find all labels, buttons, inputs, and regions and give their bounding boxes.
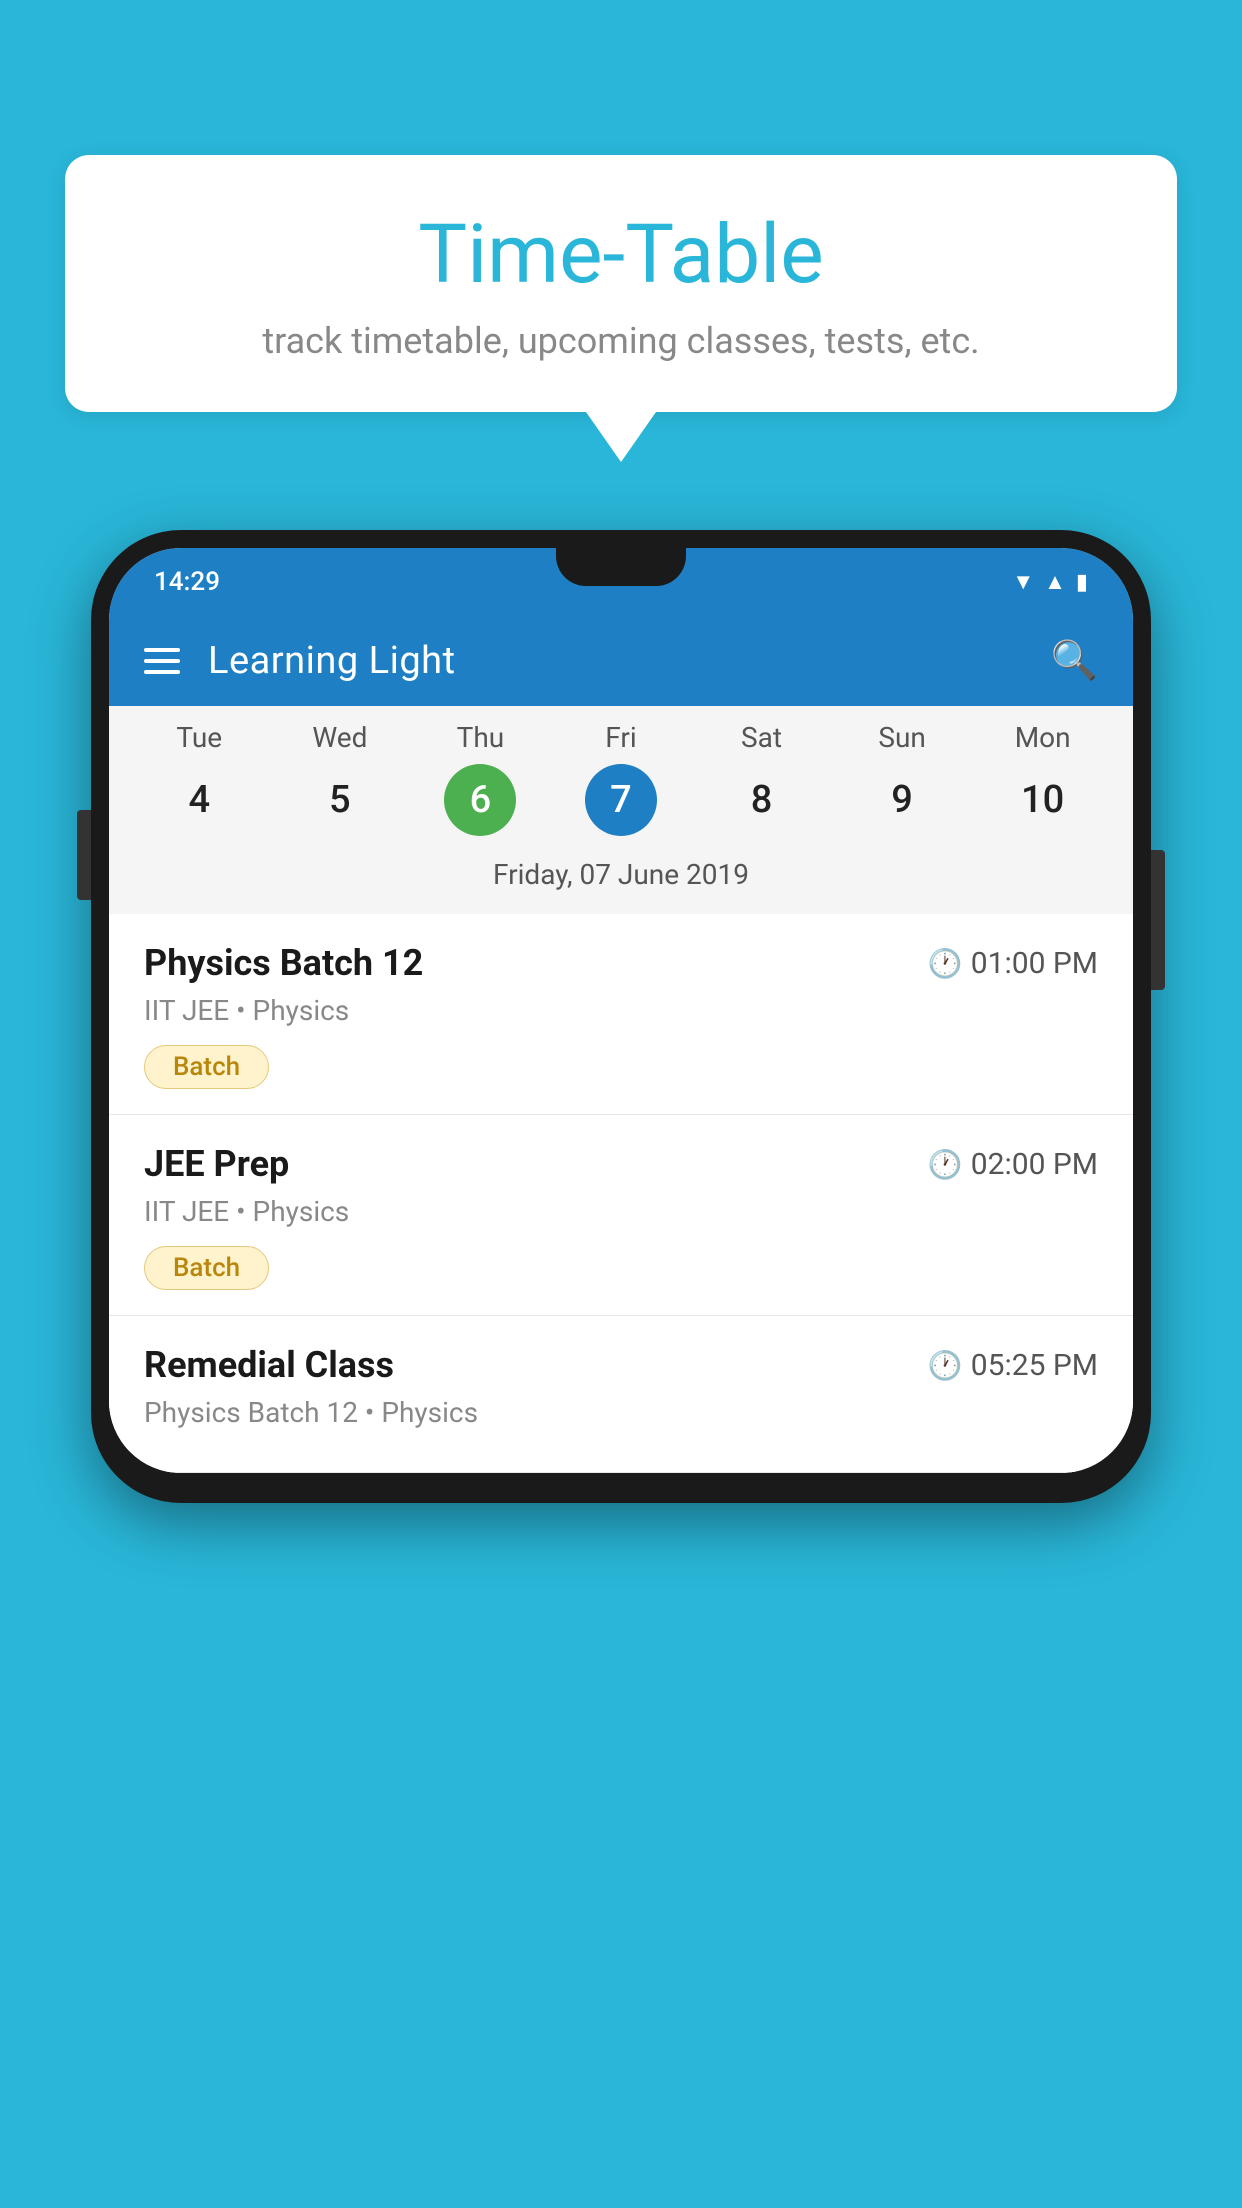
schedule-item-name: JEE Prep [144, 1143, 289, 1185]
day-col[interactable]: Thu 6 [430, 721, 530, 836]
speech-bubble-section: Time-Table track timetable, upcoming cla… [65, 155, 1177, 462]
day-name: Thu [457, 721, 505, 754]
speech-bubble-subtitle: track timetable, upcoming classes, tests… [125, 320, 1117, 362]
phone-container: 14:29 ▼ ▲ ▮ Learning Light 🔍 [80, 530, 1162, 1503]
day-col[interactable]: Sat 8 [712, 721, 812, 836]
phone-screen: 14:29 ▼ ▲ ▮ Learning Light 🔍 [109, 548, 1133, 1473]
app-toolbar: Learning Light 🔍 [109, 616, 1133, 706]
day-col[interactable]: Mon 10 [993, 721, 1093, 836]
day-number[interactable]: 8 [726, 764, 798, 836]
day-col[interactable]: Tue 4 [149, 721, 249, 836]
schedule-item-header: JEE Prep 🕐 02:00 PM [144, 1143, 1098, 1185]
speech-bubble-card: Time-Table track timetable, upcoming cla… [65, 155, 1177, 412]
schedule-item[interactable]: JEE Prep 🕐 02:00 PM IIT JEE • Physics Ba… [109, 1115, 1133, 1316]
clock-icon: 🕐 [928, 1349, 963, 1382]
day-col[interactable]: Fri 7 [571, 721, 671, 836]
calendar-date-label: Friday, 07 June 2019 [109, 846, 1133, 906]
schedule-item-name: Physics Batch 12 [144, 942, 423, 984]
batch-tag: Batch [144, 1246, 269, 1290]
day-name: Sun [878, 721, 926, 754]
day-number[interactable]: 7 [585, 764, 657, 836]
signal-icon: ▲ [1044, 569, 1066, 595]
day-number[interactable]: 10 [1007, 764, 1079, 836]
clock-icon: 🕐 [928, 1148, 963, 1181]
schedule-item-time: 🕐 02:00 PM [928, 1147, 1098, 1182]
calendar-strip: Tue 4 Wed 5 Thu 6 Fri 7 Sat 8 Sun 9 Mon 10 Friday, 07… [109, 706, 1133, 914]
search-icon[interactable]: 🔍 [1051, 639, 1098, 683]
schedule-item-subtitle: Physics Batch 12 • Physics [144, 1396, 1098, 1429]
clock-icon: 🕐 [928, 947, 963, 980]
day-name: Fri [605, 721, 636, 754]
days-row: Tue 4 Wed 5 Thu 6 Fri 7 Sat 8 Sun 9 Mon 10 [109, 721, 1133, 836]
day-number[interactable]: 5 [304, 764, 376, 836]
phone-frame: 14:29 ▼ ▲ ▮ Learning Light 🔍 [91, 530, 1151, 1503]
status-bar: 14:29 ▼ ▲ ▮ [109, 548, 1133, 616]
schedule-item-header: Remedial Class 🕐 05:25 PM [144, 1344, 1098, 1386]
schedule-item[interactable]: Physics Batch 12 🕐 01:00 PM IIT JEE • Ph… [109, 914, 1133, 1115]
day-number[interactable]: 9 [866, 764, 938, 836]
schedule-item-time: 🕐 01:00 PM [928, 946, 1098, 981]
day-col[interactable]: Sun 9 [852, 721, 952, 836]
speech-bubble-tail [586, 412, 656, 462]
schedule-item-subtitle: IIT JEE • Physics [144, 1195, 1098, 1228]
schedule-item-header: Physics Batch 12 🕐 01:00 PM [144, 942, 1098, 984]
day-col[interactable]: Wed 5 [290, 721, 390, 836]
status-icons: ▼ ▲ ▮ [1012, 569, 1088, 595]
day-name: Tue [176, 721, 222, 754]
menu-icon[interactable] [144, 648, 180, 674]
schedule-item-subtitle: IIT JEE • Physics [144, 994, 1098, 1027]
day-name: Wed [312, 721, 367, 754]
schedule-item[interactable]: Remedial Class 🕐 05:25 PM Physics Batch … [109, 1316, 1133, 1473]
schedule-list: Physics Batch 12 🕐 01:00 PM IIT JEE • Ph… [109, 914, 1133, 1473]
battery-icon: ▮ [1076, 570, 1088, 595]
day-name: Mon [1015, 721, 1071, 754]
status-time: 14:29 [154, 567, 220, 597]
day-number[interactable]: 6 [444, 764, 516, 836]
day-number[interactable]: 4 [163, 764, 235, 836]
app-title: Learning Light [208, 639, 456, 683]
speech-bubble-title: Time-Table [125, 210, 1117, 300]
batch-tag: Batch [144, 1045, 269, 1089]
schedule-item-name: Remedial Class [144, 1344, 394, 1386]
day-name: Sat [741, 721, 782, 754]
wifi-icon: ▼ [1012, 569, 1034, 595]
toolbar-left: Learning Light [144, 639, 456, 683]
schedule-item-time: 🕐 05:25 PM [928, 1348, 1098, 1383]
